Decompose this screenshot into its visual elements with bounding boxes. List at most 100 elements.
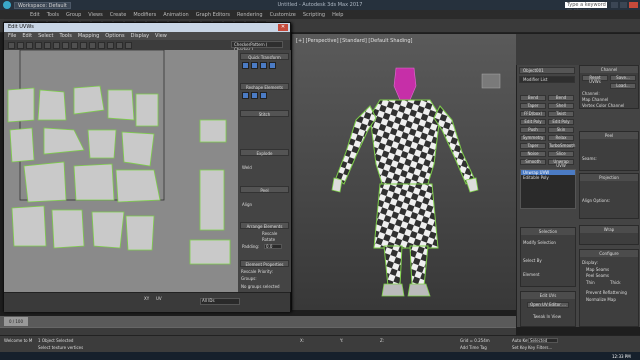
modifier-stack[interactable]: Unwrap UVW Editable Poly (520, 169, 576, 209)
search-input[interactable]: Type a keyword or phrase (565, 2, 607, 14)
uv-tool-button[interactable] (35, 41, 42, 49)
reset-uvws-button[interactable]: Reset UVWs (582, 75, 608, 84)
key-mode-dropdown[interactable]: Selected (528, 338, 558, 343)
relax-icon[interactable] (251, 92, 258, 99)
uv-tool-button[interactable] (62, 41, 69, 49)
viewport-label[interactable]: [+] [Perspective] [Standard] [Default Sh… (296, 38, 412, 44)
menu-item[interactable]: Tools (47, 12, 59, 18)
align-vertical-icon[interactable] (251, 62, 258, 69)
uv-tool-button[interactable] (116, 41, 123, 49)
uv-menu-item[interactable]: Tools (60, 32, 72, 40)
rotate-checkbox[interactable]: Rotate (262, 237, 275, 242)
xy-toggle[interactable]: XY (144, 296, 149, 301)
minimize-button[interactable] (611, 2, 618, 8)
stitch-header[interactable]: Stitch (240, 110, 289, 117)
menu-item[interactable]: Graph Editors (196, 12, 230, 18)
load-button[interactable]: Load... (610, 83, 636, 89)
menu-item[interactable]: Views (88, 12, 102, 18)
uv-menu-item[interactable]: View (155, 32, 167, 40)
reshape-elements-header[interactable]: Reshape Elements (240, 83, 289, 90)
uv-toggle[interactable]: UV (156, 296, 162, 301)
track-bar[interactable] (0, 327, 516, 335)
edit-uvs-title[interactable]: Edit UVs (521, 292, 575, 299)
channel-title[interactable]: Channel (580, 66, 638, 73)
time-slider[interactable]: 0 / 100 (0, 316, 516, 327)
id-filter-dropdown[interactable]: All IDs (200, 298, 240, 305)
modifier-button[interactable]: Push (520, 127, 546, 133)
prevent-reflattening-checkbox[interactable]: Prevent Reflattening (586, 290, 627, 295)
checker-pattern-dropdown[interactable]: CheckerPattern ( Checker ) (231, 41, 283, 52)
modifier-button[interactable]: Symmetry (520, 135, 546, 141)
uv-tool-button[interactable] (8, 41, 15, 49)
modifier-button[interactable]: Smooth (520, 159, 546, 165)
vertex-color-radio[interactable]: Vertex Color Channel (582, 103, 624, 108)
element-properties-header[interactable]: Element Properties (240, 260, 289, 267)
modifier-button[interactable]: Taper (520, 143, 546, 149)
perspective-viewport[interactable] (292, 34, 516, 310)
modifier-button[interactable]: Shell (548, 103, 574, 109)
uv-tool-button[interactable] (44, 41, 51, 49)
tweak-in-view-label[interactable]: Tweak In View (533, 314, 561, 319)
quick-transform-header[interactable]: Quick Transform (240, 53, 289, 60)
uv-tool-button[interactable] (89, 41, 96, 49)
uv-menu-item[interactable]: Options (105, 32, 124, 40)
uv-menu-item[interactable]: Display (131, 32, 149, 40)
add-time-tag-button[interactable]: Add Time Tag (460, 345, 487, 350)
app-logo-icon[interactable] (3, 1, 11, 9)
explode-header[interactable]: Explode (240, 149, 289, 156)
close-button[interactable] (629, 2, 638, 8)
uv-window-title[interactable]: Edit UVWs (4, 23, 290, 32)
straighten-icon[interactable] (242, 92, 249, 99)
modifier-button[interactable]: Bend (520, 95, 546, 101)
menu-item[interactable]: Modifiers (133, 12, 156, 18)
modifier-button[interactable]: Taper (520, 103, 546, 109)
relax-settings-icon[interactable] (260, 92, 267, 99)
time-slider-thumb[interactable]: 0 / 100 (4, 317, 28, 326)
uv-tool-button[interactable] (80, 41, 87, 49)
rescale-checkbox[interactable]: Rescale (262, 231, 277, 236)
wrap-title[interactable]: Wrap (580, 226, 638, 233)
arrange-elements-header[interactable]: Arrange Elements (240, 222, 289, 229)
rotate-cw-icon[interactable] (269, 62, 276, 69)
peel-seams-checkbox[interactable]: Peel Seams (586, 273, 609, 278)
modifier-button[interactable]: TurboSmooth (548, 143, 575, 149)
workspace-dropdown[interactable]: Workspace: Default (14, 1, 71, 9)
menu-item[interactable]: Edit (30, 12, 40, 18)
map-channel-radio[interactable]: Map Channel (582, 97, 608, 102)
uv-menu-item[interactable]: Edit (22, 32, 32, 40)
peel-title[interactable]: Peel (580, 132, 638, 139)
modifier-button[interactable]: Edit Poly (520, 119, 546, 125)
uv-tool-button[interactable] (107, 41, 114, 49)
padding-spinner[interactable]: 0.0 (264, 244, 282, 249)
modifier-button[interactable]: FFD(box) (520, 111, 546, 117)
set-key-button[interactable]: Set Key (512, 345, 527, 350)
uv-menu-item[interactable]: Select (38, 32, 53, 40)
save-button[interactable]: Save... (610, 75, 636, 81)
modifier-button[interactable]: Skin (548, 127, 574, 133)
uv-tool-button[interactable] (53, 41, 60, 49)
peel-header[interactable]: Peel (240, 186, 289, 193)
modifier-button[interactable]: Twist (548, 111, 574, 117)
uv-tool-button[interactable] (17, 41, 24, 49)
modifier-button[interactable]: Slice (548, 151, 574, 157)
menu-item[interactable]: Create (110, 12, 127, 18)
menu-item[interactable]: Customize (270, 12, 296, 18)
normalize-map-checkbox[interactable]: Normalize Map (586, 297, 616, 302)
thick-radio[interactable]: Thick (610, 280, 621, 285)
uv-tool-button[interactable] (98, 41, 105, 49)
uv-tool-button[interactable] (71, 41, 78, 49)
uv-menu-item[interactable]: Mapping (78, 32, 99, 40)
menu-item[interactable]: Help (332, 12, 343, 18)
rotate-ccw-icon[interactable] (260, 62, 267, 69)
stack-item-editable-poly[interactable]: Editable Poly (521, 175, 575, 180)
modifier-button[interactable]: Noise (520, 151, 546, 157)
selection-rollout-title[interactable]: Selection (521, 228, 575, 235)
menu-item[interactable]: Group (66, 12, 81, 18)
modifier-button[interactable]: Bend (548, 95, 574, 101)
uv-canvas[interactable] (4, 50, 238, 292)
modifier-button[interactable]: Edit Poly (548, 119, 574, 125)
uv-tool-button[interactable] (26, 41, 33, 49)
key-filters-button[interactable]: Key Filters... (528, 345, 552, 350)
maximize-button[interactable] (620, 2, 627, 8)
map-seams-checkbox[interactable]: Map Seams (586, 267, 609, 272)
